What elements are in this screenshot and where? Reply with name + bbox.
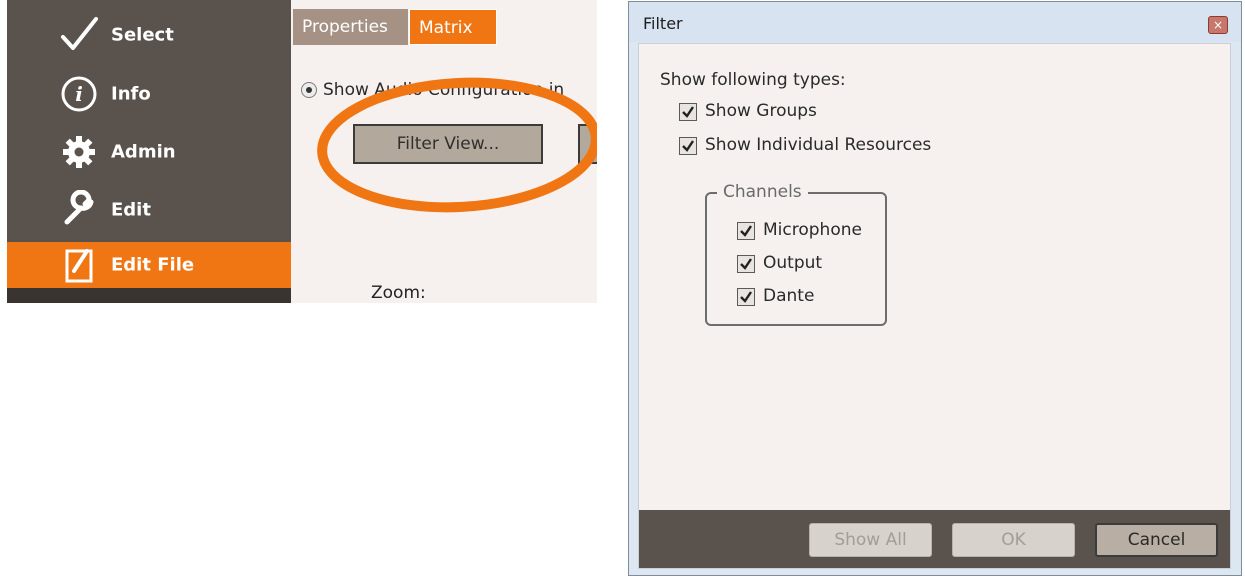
sidebar-item-admin[interactable]: Admin: [7, 127, 291, 177]
tab-matrix[interactable]: Matrix: [409, 9, 497, 45]
checkbox[interactable]: [679, 137, 697, 155]
dialog-footer: Show All OK Cancel: [639, 510, 1230, 568]
checkmark-icon: [59, 15, 99, 55]
content-area: Properties Matrix Show Audio Configurati…: [291, 0, 597, 303]
sidebar-item-edit[interactable]: Edit: [7, 185, 291, 235]
sidebar-bottom-strip: [7, 288, 291, 303]
radio-button[interactable]: [301, 82, 317, 98]
sidebar-item-label: Admin: [111, 141, 176, 163]
radio-label: Show Audio Configuration in: [323, 80, 565, 100]
dialog-title: Filter: [643, 14, 683, 33]
checkbox-label: Microphone: [763, 220, 862, 240]
audio-config-radio[interactable]: Show Audio Configuration in: [301, 80, 597, 104]
checkmark-icon: [682, 140, 694, 152]
adjacent-button-edge[interactable]: [578, 124, 597, 164]
checkmark-icon: [740, 258, 752, 270]
zoom-label: Zoom:: [371, 283, 426, 303]
checkmark-icon: [682, 106, 694, 118]
info-icon: i: [59, 74, 99, 114]
channels-group: Channels Microphone Output Dante: [705, 182, 887, 326]
sidebar-item-label: Edit: [111, 199, 151, 221]
filter-view-button[interactable]: Filter View...: [353, 124, 543, 164]
checkbox-label: Show Groups: [705, 101, 817, 121]
channels-legend: Channels: [717, 182, 808, 202]
sidebar-item-label: Info: [111, 83, 151, 105]
sidebar-item-edit-file[interactable]: Edit File: [7, 242, 291, 288]
checkmark-icon: [740, 291, 752, 303]
checkbox[interactable]: [737, 288, 755, 306]
checkmark-icon: [740, 225, 752, 237]
show-individual-resources-checkbox[interactable]: Show Individual Resources: [679, 135, 979, 159]
sidebar-item-label: Select: [111, 24, 174, 46]
tab-strip: Properties Matrix: [291, 0, 597, 46]
checkbox-label: Dante: [763, 286, 815, 306]
sidebar-item-label: Edit File: [111, 254, 195, 276]
checkbox-label: Show Individual Resources: [705, 135, 932, 155]
cancel-button[interactable]: Cancel: [1095, 523, 1218, 557]
types-heading: Show following types:: [660, 70, 846, 90]
dialog-body: Show following types: Show Groups Show I…: [638, 43, 1231, 569]
tab-properties[interactable]: Properties: [293, 9, 408, 45]
sidebar-item-info[interactable]: i Info: [7, 69, 291, 119]
show-groups-checkbox[interactable]: Show Groups: [679, 101, 979, 125]
editor-window-crop: Select i Info Admin Edit Edit File Prope…: [7, 0, 597, 303]
ok-button[interactable]: OK: [952, 523, 1075, 557]
microphone-checkbox[interactable]: Microphone: [737, 220, 887, 244]
sidebar: Select i Info Admin Edit Edit File: [7, 0, 291, 303]
checkbox-label: Output: [763, 253, 823, 273]
dialog-title-bar[interactable]: Filter ×: [629, 2, 1241, 42]
filter-dialog: Filter × Show following types: Show Grou…: [628, 1, 1242, 576]
checkbox[interactable]: [737, 255, 755, 273]
svg-text:i: i: [75, 82, 83, 106]
checkbox[interactable]: [679, 103, 697, 121]
dante-checkbox[interactable]: Dante: [737, 286, 887, 310]
gear-icon: [59, 132, 99, 172]
close-icon: ×: [1212, 18, 1224, 32]
checkbox[interactable]: [737, 222, 755, 240]
sidebar-item-select[interactable]: Select: [7, 10, 291, 60]
close-button[interactable]: ×: [1208, 16, 1228, 34]
output-checkbox[interactable]: Output: [737, 253, 887, 277]
edit-file-icon: [59, 245, 99, 285]
show-all-button[interactable]: Show All: [809, 523, 932, 557]
wrench-icon: [59, 189, 99, 230]
